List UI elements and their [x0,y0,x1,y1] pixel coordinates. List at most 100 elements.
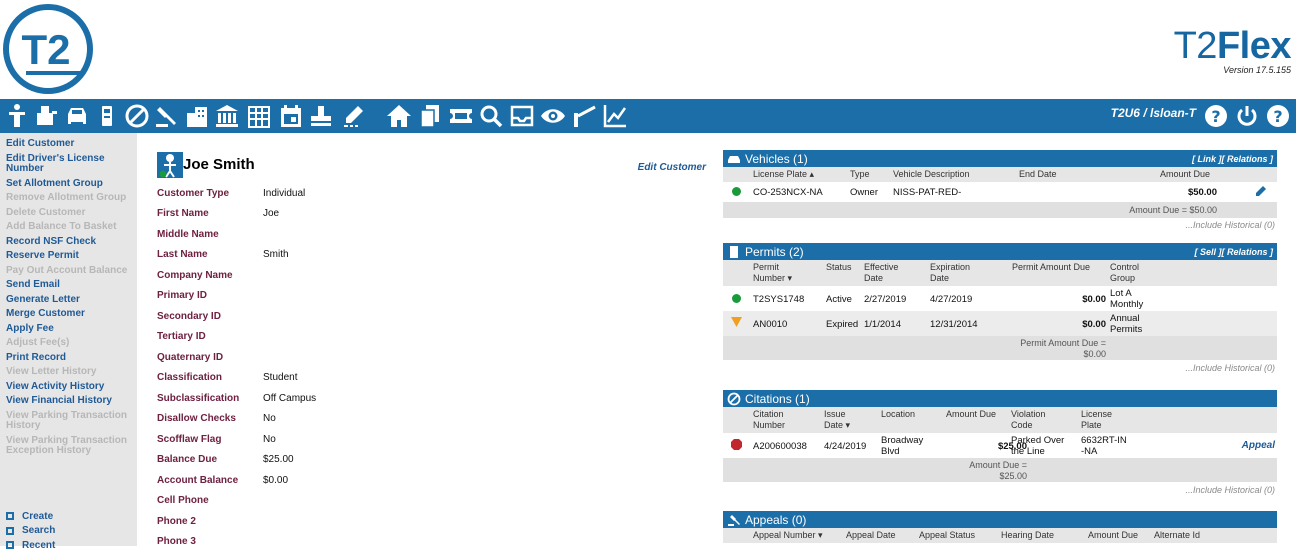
vehicle-amount: $50.00 [1187,187,1217,198]
sidebar-item-edit-customer[interactable]: Edit Customer [6,138,130,150]
ban-icon[interactable] [124,103,150,129]
col-license-plate[interactable]: License Plate ▴ [753,169,814,180]
sidebar-item-view-activity-history[interactable]: View Activity History [6,381,130,393]
citation-number: A200600038 [753,441,807,452]
search-icon[interactable] [478,103,504,129]
sidebar: Edit Customer Edit Driver's License Numbe… [0,133,137,551]
person-icon[interactable] [4,103,30,129]
status-stop-icon [731,439,742,450]
citations-historical-link[interactable]: ...Include Historical (0) [723,485,1277,495]
col-issue-date[interactable]: Issue Date ▾ [824,409,864,431]
sidebar-item-view-parking-transaction-history: View Parking Transaction History [6,409,127,431]
col-violation-code: Violation Code [1011,409,1046,430]
citation-violation: Parked Over the Line [1011,435,1065,457]
user-label: T2U6 / lsloan-T [1110,106,1196,120]
status-expired-icon [731,317,742,327]
pencil-icon[interactable] [340,103,366,129]
help-icon[interactable]: ? [1203,103,1229,129]
citations-amount-due: Amount Due = $25.00 [969,460,1027,481]
table-row[interactable]: CO-253NCX-NA Owner NISS-PAT-RED- $50.00 [723,182,1277,202]
col-amount-due: Amount Due [946,409,997,419]
edit-customer-link[interactable]: Edit Customer [638,162,706,173]
brand-name-bold: Flex [1216,25,1292,67]
field-row: Account Balance $0.00 [157,470,316,491]
square-icon [6,541,14,550]
sidebar-create[interactable]: Create [6,509,55,524]
vehicles-historical-link[interactable]: ...Include Historical (0) [723,220,1277,230]
col-permit-number[interactable]: Permit Number ▾ [753,262,813,284]
sidebar-item-generate-letter[interactable]: Generate Letter [6,294,130,306]
vehicles-column-headers: License Plate ▴ Type Vehicle Description… [723,167,1277,182]
permits-links[interactable]: [ Sell ][ Relations ] [1194,247,1273,257]
permit-group: Lot A Monthly [1110,288,1144,310]
customer-fields: Customer Type Individual First Name Joe Midd… [157,183,316,552]
col-license-plate: License Plate [1081,409,1113,430]
field-value: Individual [263,187,306,199]
question-icon[interactable]: ? [1265,103,1291,129]
square-icon [6,526,14,535]
t2-logo[interactable]: T2 [2,3,94,95]
vehicles-links[interactable]: [ Link ][ Relations ] [1192,154,1273,164]
field-label: Phone 2 [157,515,196,527]
sidebar-item-send-email[interactable]: Send Email [6,279,130,291]
field-label: Customer Type [157,187,230,199]
grid-building-icon[interactable] [246,103,272,129]
home-icon[interactable] [386,103,412,129]
permits-amount-due: Permit Amount Due = $0.00 [1020,338,1106,359]
citations-header: Citations (1) [723,390,1277,407]
field-label: Account Balance [157,474,239,486]
car-icon[interactable] [64,103,90,129]
field-label: Company Name [157,269,233,281]
status-active-icon [732,294,741,303]
square-icon [6,512,14,521]
col-status: Status [826,262,852,272]
copy-icon[interactable] [417,103,443,129]
field-row: Subclassification Off Campus [157,388,316,409]
field-row: Quaternary ID [157,347,316,368]
field-label: Tertiary ID [157,331,206,343]
power-icon[interactable] [1234,103,1260,129]
sidebar-item-print-record[interactable]: Print Record [6,352,130,364]
sidebar-recent[interactable]: Recent [6,538,55,553]
permit-status: Expired [826,319,859,330]
sidebar-item-merge-customer[interactable]: Merge Customer [6,308,130,320]
col-appeal-date: Appeal Date [846,530,896,540]
sidebar-item-record-nsf-check[interactable]: Record NSF Check [6,236,130,248]
sidebar-item-adjust-fee-s: Adjust Fee(s) [6,337,70,348]
vehicles-summary: Amount Due = $50.00 [723,202,1277,218]
eye-icon[interactable] [540,103,566,129]
permits-panel: Permits (2) [ Sell ][ Relations ] Permit… [723,243,1277,373]
gate-icon[interactable] [571,103,597,129]
bank-icon[interactable] [214,103,240,129]
field-value: No [263,413,276,425]
edit-pencil-icon[interactable] [1254,185,1267,198]
col-appeal-number[interactable]: Appeal Number ▾ [753,530,823,541]
sidebar-item-edit-driver-s-license-number[interactable]: Edit Driver's License Number [6,153,130,175]
calendar-icon[interactable] [278,103,304,129]
permits-historical-link[interactable]: ...Include Historical (0) [723,363,1277,373]
buildings-icon[interactable] [184,103,210,129]
sidebar-item-view-financial-history[interactable]: View Financial History [6,395,130,407]
inbox-icon[interactable] [509,103,535,129]
permit-icon[interactable] [94,103,120,129]
appeal-link[interactable]: Appeal [1242,440,1275,451]
cart-icon[interactable] [34,103,60,129]
gavel-icon[interactable] [154,103,180,129]
ticket-icon[interactable] [448,103,474,129]
sidebar-search[interactable]: Search [6,524,55,539]
sidebar-item-reserve-permit[interactable]: Reserve Permit [6,250,130,262]
sidebar-item-set-allotment-group[interactable]: Set Allotment Group [6,178,130,190]
table-row[interactable]: A200600038 4/24/2019 Broadway Blvd $25.0… [723,433,1277,458]
table-row[interactable]: AN0010 Expired 1/1/2014 12/31/2014 $0.00… [723,311,1277,336]
permit-amount: $0.00 [1082,319,1106,330]
field-row: Classification Student [157,368,316,389]
brand-name-light: T2 [1173,25,1218,67]
field-label: Balance Due [157,454,218,466]
sidebar-item-add-balance-to-basket: Add Balance To Basket [6,221,117,232]
vehicle-type: Owner [850,187,878,198]
chart-icon[interactable] [602,103,628,129]
col-expiration-date: Expiration Date [930,262,971,283]
stamp-icon[interactable] [308,103,334,129]
sidebar-item-apply-fee[interactable]: Apply Fee [6,323,130,335]
table-row[interactable]: T2SYS1748 Active 2/27/2019 4/27/2019 $0.… [723,286,1277,311]
